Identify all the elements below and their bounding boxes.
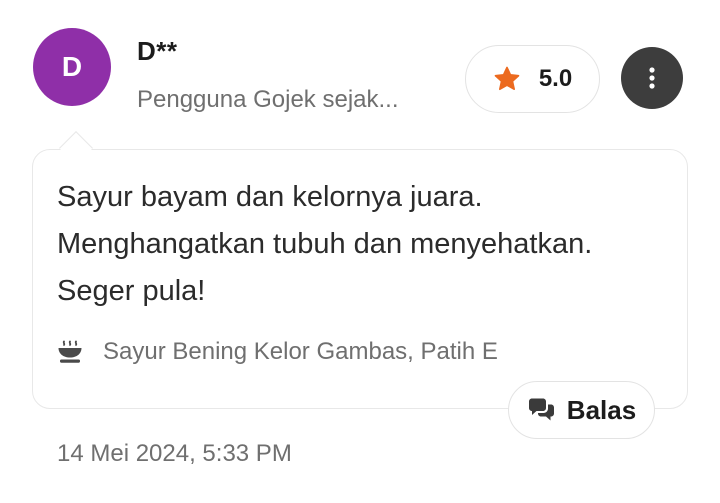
more-options-button[interactable]: [621, 47, 683, 109]
review-timestamp: 14 Mei 2024, 5:33 PM: [57, 440, 292, 467]
rating-badge: 5.0: [465, 45, 600, 113]
dish-name: Sayur Bening Kelor Gambas, Patih E: [103, 338, 498, 365]
reply-button[interactable]: Balas: [508, 381, 655, 439]
reply-label: Balas: [566, 394, 637, 425]
chat-bubbles-icon: [528, 398, 554, 421]
rating-value: 5.0: [538, 65, 573, 92]
user-member-since: Pengguna Gojek sejak...: [137, 86, 399, 113]
review-card: D D** Pengguna Gojek sejak... 5.0 Sayur …: [0, 0, 720, 503]
ordered-dish: Sayur Bening Kelor Gambas, Patih E: [57, 336, 498, 368]
review-text: Sayur bayam dan kelornya juara. Menghang…: [57, 181, 593, 307]
more-vertical-icon: [649, 67, 655, 89]
bowl-icon: [58, 340, 82, 363]
avatar: D: [33, 28, 111, 106]
user-name: D**: [137, 36, 178, 66]
star-icon: [494, 66, 520, 91]
